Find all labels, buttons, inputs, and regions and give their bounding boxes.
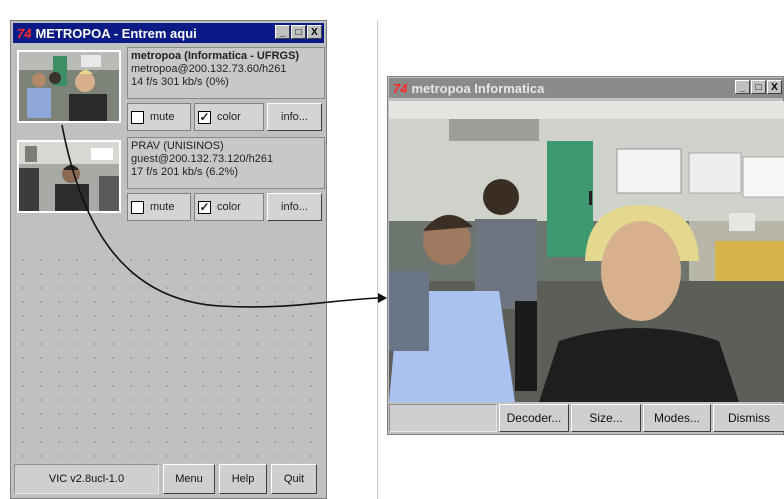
screen-divider — [377, 20, 378, 499]
source-stats: 17 f/s 201 kb/s (6.2%) — [131, 166, 238, 178]
color-label: color — [217, 111, 241, 123]
source-controls: mute ✓ color info... — [127, 193, 325, 221]
menu-button[interactable]: Menu — [163, 463, 215, 494]
video-status-area — [389, 404, 497, 432]
source-entry: PRAV (UNISINOS) guest@200.132.73.120/h26… — [14, 137, 325, 233]
video-frame — [389, 101, 784, 402]
thumbnail-image — [19, 52, 119, 121]
mute-label: mute — [150, 111, 175, 123]
source-info-metropoa: metropoa (Informatica - UFRGS) metropoa@… — [127, 47, 325, 99]
minimize-icon[interactable]: _ — [735, 80, 750, 94]
source-stats: 14 f/s 301 kb/s (0%) — [131, 76, 229, 88]
empty-source-area — [14, 253, 322, 459]
info-button[interactable]: info... — [267, 103, 322, 131]
arrowhead-icon — [378, 293, 387, 303]
close-icon[interactable]: X — [307, 25, 322, 39]
source-name: PRAV (UNISINOS) — [131, 140, 224, 152]
modes-button[interactable]: Modes... — [643, 404, 711, 432]
source-address: metropoa@200.132.73.60/h261 — [131, 63, 287, 75]
source-name: metropoa (Informatica - UFRGS) — [131, 50, 300, 62]
mute-toggle[interactable]: mute — [127, 193, 191, 221]
info-button[interactable]: info... — [267, 193, 322, 221]
mute-checkbox[interactable] — [131, 200, 144, 214]
source-entry: metropoa (Informatica - UFRGS) metropoa@… — [14, 47, 325, 143]
thumbnail-image — [19, 142, 119, 211]
decoder-button[interactable]: Decoder... — [499, 404, 569, 432]
mute-toggle[interactable]: mute — [127, 103, 191, 131]
vic-title-bar[interactable]: 74 METROPOA - Entrem aqui _ □ X — [13, 23, 324, 43]
vic-window-title: METROPOA - Entrem aqui — [35, 25, 197, 41]
video-window: 74 metropoa Informatica _ □ X Decoder...… — [387, 76, 784, 435]
video-window-controls: _ □ X — [735, 80, 782, 94]
color-checkbox[interactable]: ✓ — [198, 200, 211, 214]
video-button-row: Decoder... Size... Modes... Dismiss — [389, 404, 784, 434]
color-toggle[interactable]: ✓ color — [194, 193, 264, 221]
source-controls: mute ✓ color info... — [127, 103, 325, 131]
quit-button[interactable]: Quit — [271, 463, 317, 494]
vic-window-controls: _ □ X — [275, 25, 322, 39]
version-label: VIC v2.8ucl-1.0 — [14, 463, 159, 494]
source-thumbnail-prav[interactable] — [17, 140, 121, 213]
size-button[interactable]: Size... — [571, 404, 641, 432]
maximize-icon[interactable]: □ — [751, 80, 766, 94]
source-address: guest@200.132.73.120/h261 — [131, 153, 274, 165]
minimize-icon[interactable]: _ — [275, 25, 290, 39]
video-display[interactable] — [389, 101, 784, 402]
video-window-title: metropoa Informatica — [411, 80, 545, 96]
maximize-icon[interactable]: □ — [291, 25, 306, 39]
mute-label: mute — [150, 201, 175, 213]
app-logo-icon: 74 — [393, 80, 408, 96]
app-logo-icon: 74 — [17, 25, 32, 41]
color-toggle[interactable]: ✓ color — [194, 103, 264, 131]
mute-checkbox[interactable] — [131, 110, 144, 124]
color-label: color — [217, 201, 241, 213]
vic-bottom-bar: VIC v2.8ucl-1.0 Menu Help Quit — [14, 462, 322, 495]
source-info-prav: PRAV (UNISINOS) guest@200.132.73.120/h26… — [127, 137, 325, 189]
vic-main-window: 74 METROPOA - Entrem aqui _ □ X metropoa… — [10, 20, 327, 499]
help-button[interactable]: Help — [219, 463, 267, 494]
source-thumbnail-metropoa[interactable] — [17, 50, 121, 123]
video-title-bar[interactable]: 74 metropoa Informatica _ □ X — [389, 78, 784, 98]
dismiss-button[interactable]: Dismiss — [713, 404, 784, 432]
color-checkbox[interactable]: ✓ — [198, 110, 211, 124]
close-icon[interactable]: X — [767, 80, 782, 94]
top-band — [0, 0, 784, 20]
